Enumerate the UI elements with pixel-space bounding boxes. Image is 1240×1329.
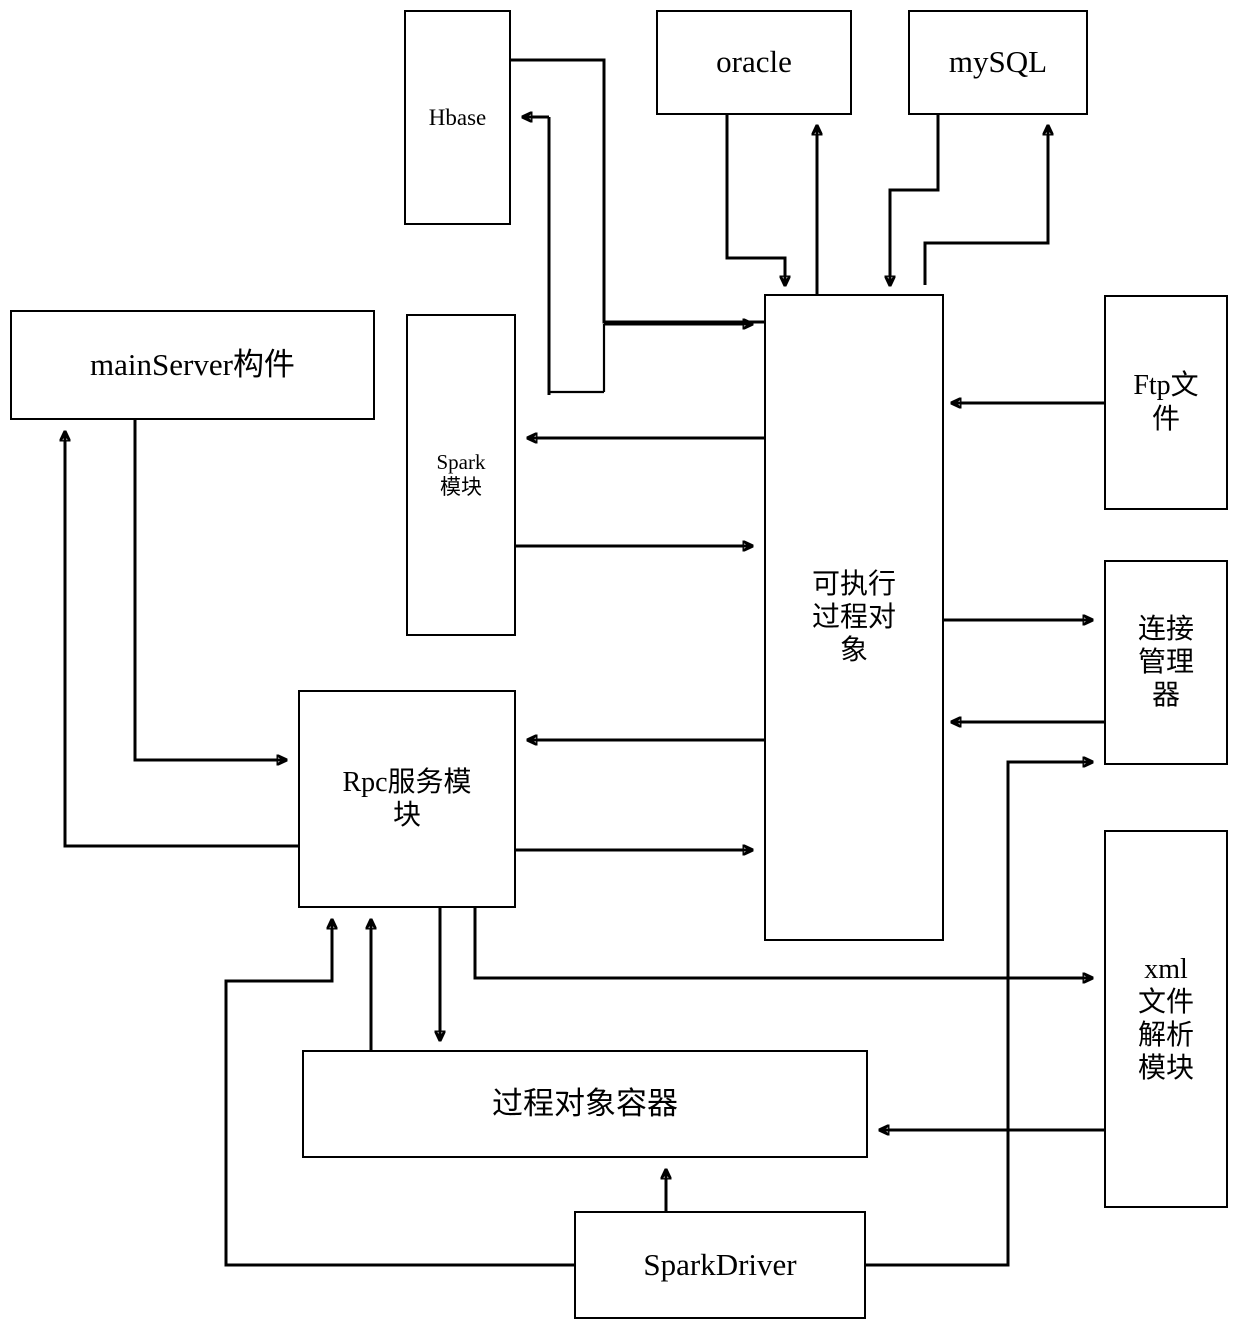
node-spark-module[interactable]: Spark 模块 (406, 314, 516, 636)
node-xml-parse-module[interactable]: xml 文件 解析 模块 (1104, 830, 1228, 1208)
node-mainserver-label: mainServer构件 (90, 346, 295, 382)
node-spark-driver[interactable]: SparkDriver (574, 1211, 866, 1319)
node-xml-parse-module-label: xml 文件 解析 模块 (1137, 953, 1194, 1085)
edge-oracle-to-exec (725, 115, 785, 285)
node-hbase[interactable]: Hbase (404, 10, 511, 225)
edge-rpc-to-mainserver (65, 432, 298, 848)
node-spark-module-label: Spark 模块 (436, 450, 486, 499)
node-hbase-label: Hbase (428, 104, 487, 130)
node-spark-driver-label: SparkDriver (643, 1246, 797, 1282)
node-executable-process-object-label: 可执行 过程对 象 (811, 568, 896, 667)
node-oracle-label: oracle (716, 44, 792, 80)
node-ftp-file[interactable]: Ftp文 件 (1104, 295, 1228, 510)
edge-exec-to-mysql (923, 126, 1048, 285)
node-connection-manager-label: 连接 管理 器 (1137, 613, 1194, 712)
node-executable-process-object[interactable]: 可执行 过程对 象 (764, 294, 944, 941)
node-oracle[interactable]: oracle (656, 10, 852, 115)
node-rpc-service-module[interactable]: Rpc服务模 块 (298, 690, 516, 908)
node-process-object-container[interactable]: 过程对象容器 (302, 1050, 868, 1158)
edge-mysql-to-exec (890, 115, 940, 285)
edge-mainserver-to-rpc (133, 420, 286, 760)
node-mysql[interactable]: mySQL (908, 10, 1088, 115)
node-mysql-label: mySQL (948, 44, 1048, 80)
node-rpc-service-module-label: Rpc服务模 块 (342, 766, 472, 831)
node-ftp-file-label: Ftp文 件 (1133, 370, 1199, 435)
node-process-object-container-label: 过程对象容器 (492, 1085, 678, 1121)
node-mainserver[interactable]: mainServer构件 (10, 310, 375, 420)
block-diagram-canvas: Hbase oracle mySQL mainServer构件 Spark 模块… (0, 0, 1240, 1329)
node-connection-manager[interactable]: 连接 管理 器 (1104, 560, 1228, 765)
